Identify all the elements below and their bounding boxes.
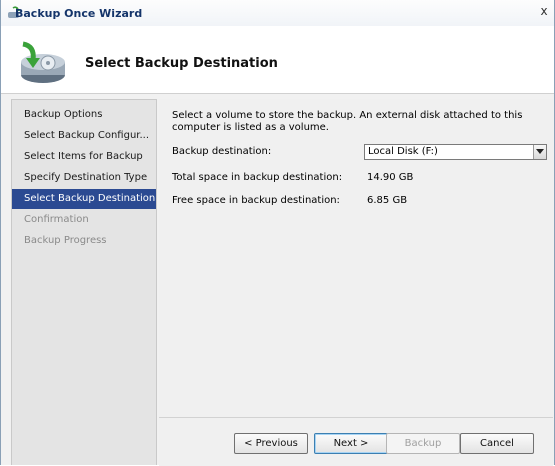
total-space-label: Total space in backup destination: [172,172,343,183]
close-icon[interactable]: x [538,4,550,18]
destination-select[interactable]: Local Disk (F:) [364,144,547,160]
nav-item-select-items-for-backup[interactable]: Select Items for Backup [12,147,156,167]
cancel-button[interactable]: Cancel [460,433,534,454]
window-title: Backup Once Wizard [15,7,143,20]
total-space-value: 14.90 GB [367,172,414,183]
button-bar: < Previous Next > Backup Cancel [159,417,553,466]
nav-item-backup-progress: Backup Progress [24,235,107,246]
intro-text: Select a volume to store the backup. An … [172,110,523,133]
free-space-label: Free space in backup destination: [172,195,340,206]
destination-label: Backup destination: [172,146,272,157]
nav-item-select-backup-configuration[interactable]: Select Backup Configur... [12,126,156,146]
free-space-value: 6.85 GB [367,195,408,206]
nav-item-backup-options[interactable]: Backup Options [12,105,156,125]
nav-item-confirmation: Confirmation [24,214,89,225]
next-button[interactable]: Next > [314,433,388,454]
nav-item-specify-destination-type[interactable]: Specify Destination Type [12,168,156,188]
page-title: Select Backup Destination [85,56,278,71]
wizard-window: Backup Once Wizard x Select Backup Desti… [0,0,555,466]
title-bar[interactable]: Backup Once Wizard x [1,0,554,27]
nav-item-select-backup-destination[interactable]: Select Backup Destination [12,189,156,209]
backup-button: Backup [386,433,460,454]
wizard-step-list: Backup Options Select Backup Configur...… [11,99,157,465]
destination-select-value: Local Disk (F:) [368,146,438,157]
backup-wizard-icon [21,41,65,83]
wizard-header: Select Backup Destination [1,26,554,94]
dropdown-arrow-icon[interactable] [533,145,546,159]
content-panel: Select a volume to store the backup. An … [159,99,553,417]
previous-button[interactable]: < Previous [234,433,308,454]
